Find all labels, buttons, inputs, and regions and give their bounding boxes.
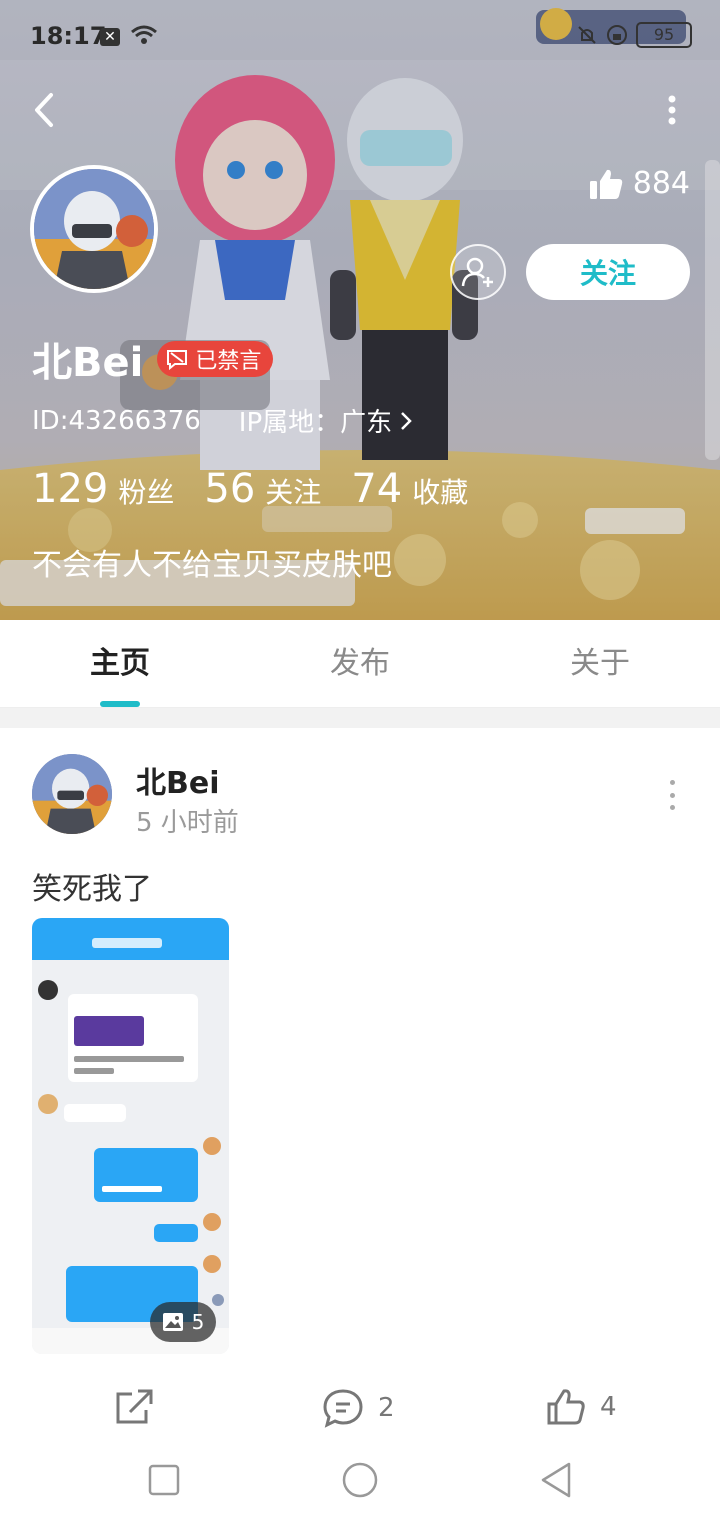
muted-badge-label: 已禁言	[195, 349, 262, 374]
image-icon	[162, 1313, 183, 1331]
triangle-back-icon	[541, 1462, 571, 1498]
like-count: 4	[600, 1392, 617, 1422]
post-text: 笑死我了	[32, 872, 152, 907]
back-nav-button[interactable]	[530, 1454, 582, 1506]
comment-button[interactable]: 2	[322, 1388, 395, 1428]
profile-name: 北Bei	[32, 340, 144, 386]
chevron-right-icon	[401, 411, 412, 430]
profile-name-row: 北Bei 已禁言	[32, 330, 274, 388]
back-button[interactable]	[20, 86, 68, 134]
muted-badge: 已禁言	[157, 341, 274, 377]
comment-icon	[323, 1389, 363, 1428]
comment-count: 2	[378, 1393, 395, 1423]
more-dot	[669, 792, 675, 798]
status-bar: 18:17 ✕ 95	[0, 0, 720, 74]
notification-icon: ✕	[100, 28, 120, 46]
chat-screenshot-image	[32, 918, 229, 1354]
tab-active-indicator	[100, 701, 140, 707]
post-author-avatar[interactable]	[32, 754, 112, 834]
tab-about[interactable]: 关于	[480, 620, 720, 707]
share-icon	[116, 1389, 153, 1424]
chevron-left-icon	[35, 93, 53, 127]
section-divider	[0, 708, 720, 728]
profile-likes[interactable]: 884	[589, 166, 690, 201]
more-options-button[interactable]	[660, 86, 684, 134]
muted-chat-icon	[167, 350, 188, 371]
profile-bio: 不会有人不给宝贝买皮肤吧	[32, 548, 392, 583]
profile-stats: 129 粉丝 56 关注 74 收藏	[32, 466, 498, 512]
status-right: 95	[576, 22, 692, 48]
followers-label[interactable]: 粉丝	[118, 471, 174, 511]
profile-banner: 18:17 ✕ 95 884 关注 北Bei 已禁言 ID:43266376 I…	[0, 0, 720, 620]
banner-overlay	[0, 0, 720, 620]
mute-icon	[578, 26, 596, 44]
more-dot	[669, 780, 675, 785]
ip-location-label: IP属地：广东	[238, 408, 393, 438]
system-nav-bar	[0, 1440, 720, 1520]
thumb-up-icon	[547, 1389, 585, 1425]
followers-count[interactable]: 129	[32, 466, 108, 512]
profile-avatar[interactable]	[30, 165, 158, 293]
status-time: 18:17	[30, 22, 107, 50]
post-author-name[interactable]: 北Bei	[136, 758, 220, 802]
more-vertical-icon	[668, 95, 676, 125]
post-more-button[interactable]	[660, 780, 684, 810]
add-person-icon	[461, 257, 493, 287]
profile-id-row: ID:43266376 IP属地：广东	[32, 402, 412, 439]
avatar-image	[32, 754, 112, 834]
post-image-thumbnail[interactable]	[32, 918, 229, 1354]
more-dot	[669, 805, 675, 810]
profile-tabs: 主页 发布 关于	[0, 620, 720, 708]
favorites-label[interactable]: 收藏	[412, 471, 468, 511]
share-button[interactable]	[114, 1388, 154, 1426]
like-button[interactable]: 4	[546, 1388, 617, 1426]
thumb-up-icon	[589, 169, 622, 199]
tab-home[interactable]: 主页	[0, 620, 240, 707]
user-id: ID:43266376	[32, 405, 201, 436]
home-button[interactable]	[334, 1454, 386, 1506]
favorites-count[interactable]: 74	[351, 466, 402, 512]
circle-icon	[342, 1462, 378, 1498]
post-actions: 2 4	[0, 1380, 720, 1440]
ip-location-link[interactable]: IP属地：广东	[239, 402, 412, 439]
wifi-icon	[131, 25, 157, 44]
follow-button[interactable]: 关注	[526, 244, 690, 300]
recent-apps-button[interactable]	[138, 1454, 190, 1506]
lock-icon	[607, 25, 627, 45]
tab-posts[interactable]: 发布	[240, 620, 480, 707]
image-count: 5	[191, 1310, 205, 1334]
post-timestamp: 5 小时前	[136, 808, 239, 838]
following-count[interactable]: 56	[204, 466, 255, 512]
profile-like-count: 884	[632, 166, 690, 201]
battery-indicator: 95	[636, 22, 692, 48]
square-icon	[148, 1464, 180, 1496]
avatar-image	[34, 169, 154, 289]
image-count-badge: 5	[150, 1302, 216, 1342]
add-friend-button[interactable]	[450, 244, 506, 300]
following-label[interactable]: 关注	[265, 471, 321, 511]
